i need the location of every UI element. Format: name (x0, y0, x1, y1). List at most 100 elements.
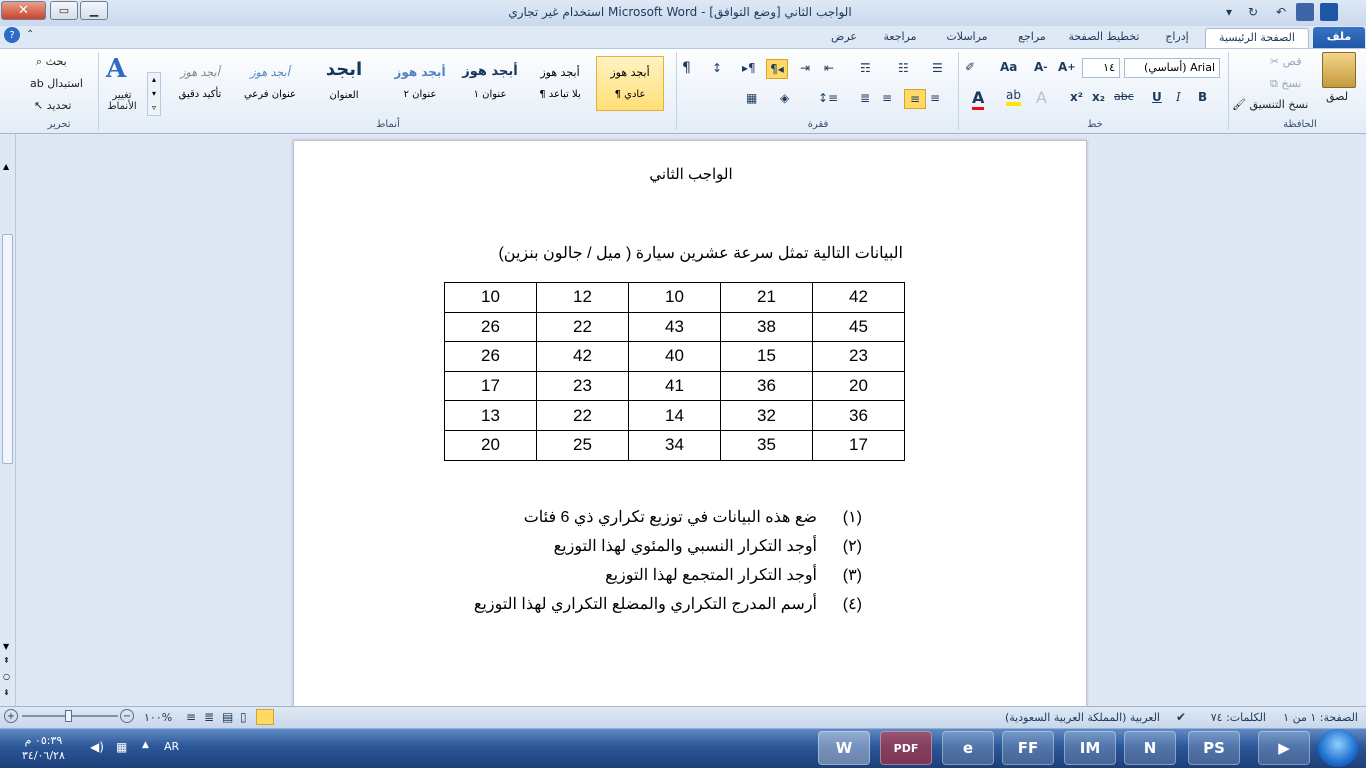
paste-button[interactable]: لصق (1326, 90, 1348, 103)
proofing-icon[interactable]: ✔ (1176, 710, 1186, 724)
tab-insert[interactable]: إدراج (1155, 28, 1199, 48)
grow-font-icon[interactable]: A + (1058, 60, 1076, 74)
input-language[interactable]: AR (164, 740, 179, 753)
shrink-font-icon[interactable]: A- (1034, 60, 1047, 74)
bullets-icon[interactable]: ☰ (932, 61, 943, 75)
help-icon[interactable]: ? (4, 27, 20, 43)
scroll-up-icon[interactable]: ▲ (3, 162, 9, 171)
full-screen-reading-icon[interactable]: ▯ (240, 710, 247, 724)
word-app-icon[interactable] (1320, 3, 1338, 21)
font-name-select[interactable]: Arial (أساسي) (1124, 58, 1220, 78)
zoom-slider-thumb[interactable] (65, 710, 72, 722)
align-left-icon[interactable]: ≡ (882, 91, 892, 105)
select-browse-object-icon[interactable]: ○ (3, 672, 10, 681)
scroll-down-icon[interactable]: ▼ (3, 642, 9, 651)
taskbar-acrobat[interactable]: PDF (880, 731, 932, 765)
paste-icon[interactable] (1322, 52, 1356, 88)
document-page[interactable]: الواجب الثاني البيانات التالية تمثل سرعة… (293, 140, 1087, 710)
change-styles-button[interactable]: تغيير الأنماط (104, 90, 140, 112)
multilevel-list-icon[interactable]: ☶ (860, 61, 871, 75)
maximize-button[interactable]: ▭ (50, 1, 78, 20)
minimize-button[interactable]: ▁ (80, 1, 108, 20)
styles-scroll[interactable]: ▴ ▾ ▿ (147, 72, 161, 116)
superscript-icon[interactable]: x² (1070, 90, 1083, 104)
zoom-level[interactable]: ١٠٠% (144, 711, 172, 724)
style-normal[interactable]: أبجد هوز ¶ عادي (596, 56, 664, 111)
style-heading-2[interactable]: أبجد هوز عنوان ٢ (386, 56, 454, 111)
align-center-icon[interactable]: ≡ (904, 89, 926, 109)
clear-formatting-icon[interactable]: ✐ (965, 60, 975, 74)
previous-page-icon[interactable]: ⇞ (3, 656, 10, 665)
cut-button[interactable]: قص ✂ (1270, 55, 1301, 68)
page-count[interactable]: الصفحة: ١ من ١ (1283, 711, 1358, 724)
web-layout-icon[interactable]: ▤ (222, 710, 233, 724)
style-subtle-emphasis[interactable]: أبجد هوز تأكيد دقيق (166, 56, 234, 111)
bold-icon[interactable]: B (1198, 90, 1207, 104)
style-title[interactable]: ابجد العنوان (306, 56, 382, 111)
draft-view-icon[interactable]: ≡ (186, 710, 196, 724)
redo-icon[interactable]: ↻ (1244, 3, 1262, 21)
start-button[interactable] (1318, 729, 1358, 767)
align-right-icon[interactable]: ≡ (930, 91, 940, 105)
tab-mailings[interactable]: مراسلات (935, 28, 999, 48)
scroll-thumb[interactable] (2, 234, 13, 464)
language-indicator[interactable]: العربية (المملكة العربية السعودية) (1005, 711, 1160, 724)
taskbar-internet-explorer[interactable]: e (942, 731, 994, 765)
change-case-icon[interactable]: Aa (1000, 60, 1017, 74)
replace-button[interactable]: استبدال ab (30, 77, 83, 90)
ltr-direction-icon[interactable]: ▸¶ (742, 61, 756, 75)
rtl-direction-icon[interactable]: ¶◂ (766, 59, 788, 79)
tab-home[interactable]: الصفحة الرئيسية (1205, 28, 1309, 48)
taskbar-firefox[interactable]: FF (1002, 731, 1054, 765)
style-subtitle[interactable]: أبجد هوز عنوان فرعي (236, 56, 304, 111)
undo-icon[interactable]: ↶ (1272, 3, 1290, 21)
font-color-icon[interactable]: A (972, 88, 985, 110)
taskbar-media-player[interactable]: ▶ (1258, 731, 1310, 765)
copy-button[interactable]: نسخ ⧉ (1270, 77, 1301, 91)
taskbar-sticky-notes[interactable]: N (1124, 731, 1176, 765)
collapse-ribbon-icon[interactable]: ⌃ (26, 29, 34, 40)
increase-indent-icon[interactable]: ⇥ (800, 61, 810, 75)
text-effects-icon[interactable]: A (1036, 88, 1047, 107)
subscript-icon[interactable]: x₂ (1092, 90, 1105, 104)
taskbar-photoshop[interactable]: PS (1188, 731, 1240, 765)
show-hidden-icons[interactable]: ▲ (142, 740, 149, 750)
italic-icon[interactable]: I (1176, 90, 1181, 104)
show-marks-icon[interactable]: ¶ (682, 60, 691, 76)
line-spacing-icon[interactable]: ↕≡ (818, 91, 838, 105)
clock[interactable]: ٠٥:٣٩ م ٣٤/٠٦/٢٨ (22, 733, 65, 763)
save-icon[interactable] (1296, 3, 1314, 21)
style-heading-1[interactable]: أبجد هوز عنوان ١ (456, 56, 524, 111)
format-painter-button[interactable]: نسخ التنسيق 🖌 (1232, 98, 1308, 111)
strikethrough-icon[interactable]: abc (1114, 90, 1134, 103)
zoom-out-icon[interactable]: − (120, 709, 134, 723)
close-button[interactable]: ✕ (1, 1, 46, 20)
find-button[interactable]: بحث ⌕ (36, 55, 67, 69)
customize-toolbar-icon[interactable]: ▾ (1220, 3, 1238, 21)
tab-page-layout[interactable]: تخطيط الصفحة (1060, 28, 1148, 48)
borders-icon[interactable]: ▦ (746, 91, 757, 105)
numbering-icon[interactable]: ☷ (898, 61, 909, 75)
volume-icon[interactable]: ◀) (90, 740, 104, 754)
taskbar-word[interactable]: W (818, 731, 870, 765)
zoom-in-icon[interactable]: + (4, 709, 18, 723)
font-size-select[interactable]: ١٤ (1082, 58, 1120, 78)
tab-references[interactable]: مراجع (1008, 28, 1056, 48)
next-page-icon[interactable]: ⇟ (3, 688, 10, 697)
vertical-scrollbar[interactable]: ▲ ▼ ⇞ ○ ⇟ (0, 134, 16, 706)
sort-icon[interactable]: ↕ (712, 61, 722, 75)
justify-icon[interactable]: ≣ (860, 91, 870, 105)
change-styles-icon[interactable]: A (106, 54, 126, 84)
tab-review[interactable]: مراجعة (870, 28, 930, 48)
outline-view-icon[interactable]: ≣ (204, 710, 214, 724)
style-no-spacing[interactable]: أبجد هوز ¶ بلا تباعد (526, 56, 594, 111)
network-icon[interactable]: ▦ (116, 740, 127, 754)
shading-icon[interactable]: ◈ (780, 91, 789, 105)
decrease-indent-icon[interactable]: ⇤ (824, 61, 834, 75)
word-count[interactable]: الكلمات: ٧٤ (1211, 711, 1266, 724)
tab-view[interactable]: عرض (820, 28, 868, 48)
taskbar-messenger[interactable]: IM (1064, 731, 1116, 765)
highlight-icon[interactable]: ab (1006, 88, 1021, 106)
select-button[interactable]: تحديد ↖ (34, 99, 72, 112)
tab-file[interactable]: ملف (1313, 27, 1365, 48)
